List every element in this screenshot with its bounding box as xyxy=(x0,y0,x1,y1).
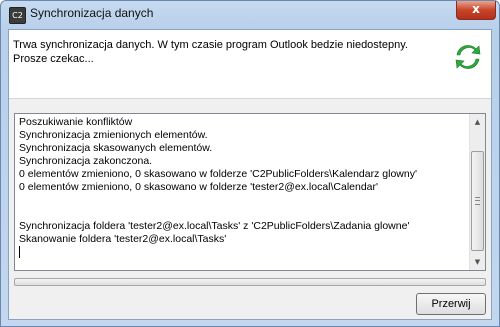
log-line: 0 elementów zmieniono, 0 skasowano w fol… xyxy=(19,168,417,180)
sync-log-textbox[interactable]: Poszukiwanie konfliktów Synchronizacja zm… xyxy=(14,113,486,271)
log-line: Synchronizacja zmienionych elementów. xyxy=(19,129,208,141)
text-caret xyxy=(19,246,20,259)
app-icon: C2 xyxy=(9,7,26,24)
cancel-button[interactable]: Przerwij xyxy=(416,293,486,315)
log-line: Synchronizacja skasowanych elementów. xyxy=(19,142,213,154)
status-message: Trwa synchronizacja danych. W tym czasie… xyxy=(13,39,408,65)
log-line: 0 elementów zmieniono, 0 skasowano w fol… xyxy=(19,181,379,193)
log-line: Synchronizacja zakonczona. xyxy=(19,155,153,167)
sync-progress-bar xyxy=(14,278,486,286)
dialog-window: C2 Synchronizacja danych x Trwa synchron… xyxy=(0,0,500,327)
log-line: Skanowanie foldera 'tester2@ex.local\Tas… xyxy=(19,233,227,245)
dialog-client-area: Trwa synchronizacja danych. W tym czasie… xyxy=(8,29,492,320)
grip-icon xyxy=(475,197,480,205)
close-button[interactable]: x xyxy=(456,1,496,20)
scroll-thumb[interactable] xyxy=(471,151,484,251)
log-lines: Poszukiwanie konfliktów Synchronizacja zm… xyxy=(19,116,465,259)
log-line: Poszukiwanie konfliktów xyxy=(19,116,133,128)
log-line: Synchronizacja foldera 'tester2@ex.local… xyxy=(19,220,410,232)
header-panel: Trwa synchronizacja danych. W tym czasie… xyxy=(9,30,491,99)
log-scrollbar[interactable]: ▲ ▼ xyxy=(469,114,485,270)
title-bar[interactable]: C2 Synchronizacja danych x xyxy=(1,1,499,29)
sync-icon xyxy=(455,45,481,69)
scroll-up-arrow-icon[interactable]: ▲ xyxy=(470,114,485,130)
window-title: Synchronizacja danych xyxy=(30,6,154,20)
text-caret-line xyxy=(19,246,465,259)
scroll-down-arrow-icon[interactable]: ▼ xyxy=(470,254,485,270)
